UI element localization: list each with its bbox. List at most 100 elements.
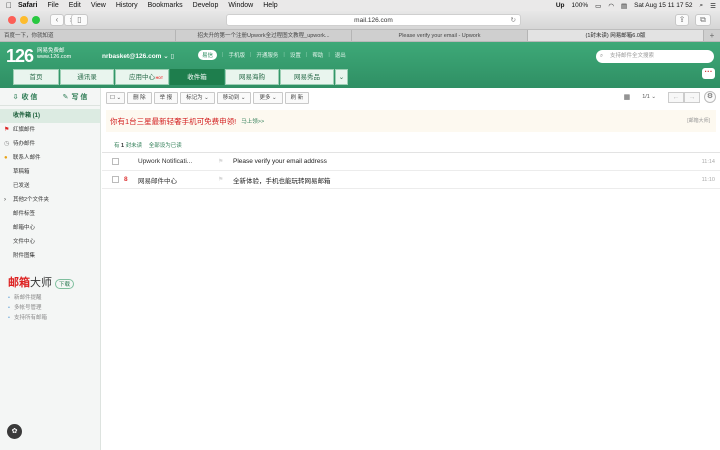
mail-main: ☐ ⌄ 删 除 举 报 标记为 ⌄ 移动到 ⌄ 更多 ⌄ 刷 新 ▦ 1/1 ⌄… <box>102 88 720 450</box>
folder-drafts[interactable]: 草稿箱 <box>0 165 100 179</box>
menu-window[interactable]: Window <box>228 2 253 9</box>
more-apps-icon[interactable]: ··· <box>702 68 715 79</box>
receive-icon: ⇩ <box>12 93 19 101</box>
tab-home[interactable]: 首页 <box>13 69 59 85</box>
back-button[interactable]: ‹ <box>50 14 64 26</box>
folder-inbox[interactable]: 收件箱 (1) <box>0 109 100 123</box>
next-page-button[interactable]: → <box>684 91 700 103</box>
show-tabs-icon[interactable]: ⧉ <box>695 14 711 26</box>
open-service-link[interactable]: 开通服务 <box>256 51 278 59</box>
message-subject[interactable]: Please verify your email address <box>233 158 327 165</box>
compose-label: 写 信 <box>71 93 88 101</box>
yixin-link[interactable]: 易信 <box>198 50 218 60</box>
unread-link[interactable]: 封未读 <box>126 143 143 149</box>
wifi-icon[interactable]: ◠ <box>608 2 614 10</box>
promo-feature: 新邮件提醒 <box>8 293 74 303</box>
apple-icon[interactable]:  <box>0 1 18 10</box>
mail-master-promo: 邮箱大师下载 新邮件提醒 多帐号管理 支持所有邮箱 <box>8 274 75 323</box>
tab-inbox[interactable]: 收件箱 <box>170 69 224 85</box>
menu-help[interactable]: Help <box>263 2 277 9</box>
folder-todo[interactable]: ◷ 待办邮件 <box>0 137 100 151</box>
page-indicator[interactable]: 1/1 ⌄ <box>642 94 656 100</box>
tab-more-chevron-icon[interactable]: ⌄ <box>335 69 348 85</box>
tab-app-center[interactable]: 应用中心 HOT <box>115 69 169 85</box>
sidebar-toggle-icon[interactable]: ▯ <box>71 14 88 26</box>
mail-tags[interactable]: 邮件标签 <box>0 207 100 221</box>
spotlight-icon[interactable]: ⌕ <box>700 2 704 10</box>
minimize-window-button[interactable] <box>20 16 28 24</box>
calendar-icon[interactable]: ▦ <box>624 93 631 101</box>
more-dropdown[interactable]: 更多 ⌄ <box>253 91 283 104</box>
page-number: 1/1 <box>642 94 650 100</box>
menu-develop[interactable]: Develop <box>193 2 219 9</box>
plugin-icon[interactable]: ✿ <box>7 424 22 439</box>
mark-all-read-link[interactable]: 全部设为已读 <box>149 143 182 149</box>
menu-edit[interactable]: Edit <box>69 2 81 9</box>
menu-safari[interactable]: Safari <box>18 2 37 9</box>
tab-netease-haigou[interactable]: 网易海购 <box>225 69 279 85</box>
new-tab-button[interactable]: + <box>704 30 720 41</box>
browser-tab-126-mail[interactable]: (1封未读) 网易邮箱6.0版 <box>528 30 704 41</box>
pager: ▦ 1/1 ⌄ ← → ⚙ <box>624 91 716 103</box>
share-icon[interactable]: ⇪ <box>675 14 689 26</box>
browser-tab-upwork-guide[interactable]: 招夫升的第一个注册Upwork全过程图文教程_upwork... <box>176 30 352 41</box>
prev-page-button[interactable]: ← <box>668 91 684 103</box>
message-row[interactable]: Upwork Notificati... ⚑ Please verify you… <box>102 153 720 171</box>
report-button[interactable]: 举 报 <box>153 91 179 104</box>
delete-button[interactable]: 删 除 <box>127 91 152 104</box>
message-checkbox[interactable] <box>112 176 119 183</box>
refresh-button[interactable]: 刷 新 <box>284 91 310 104</box>
settings-link[interactable]: 设置 <box>290 51 301 59</box>
clock[interactable]: Sat Aug 15 11 17 52 <box>634 2 692 9</box>
mailbox-center[interactable]: 邮箱中心 <box>0 221 100 235</box>
folder-contacts-mail[interactable]: ● 联系人邮件 <box>0 151 100 165</box>
promo-download-button[interactable]: 下载 <box>55 279 75 290</box>
battery-icon[interactable]: ▭ <box>595 2 601 10</box>
folder-flagged[interactable]: ⚑ 红旗邮件 <box>0 123 100 137</box>
flag-icon[interactable]: ▤ <box>621 2 627 10</box>
battery-level[interactable]: 100% <box>571 2 588 9</box>
mark-as-dropdown[interactable]: 标记为 ⌄ <box>180 91 215 104</box>
menu-file[interactable]: File <box>47 2 58 9</box>
mobile-version-link[interactable]: 手机版 <box>228 51 245 59</box>
mobile-icon[interactable]: ▯ <box>171 53 175 60</box>
close-window-button[interactable] <box>8 16 16 24</box>
logo-126[interactable]: 126 <box>6 46 34 67</box>
banner-link[interactable]: 马上领>> <box>241 117 264 125</box>
mail-search-input[interactable]: ⌕ 支持邮件全文搜索 <box>596 50 714 63</box>
message-time: 11:14 <box>701 158 715 165</box>
menu-view[interactable]: View <box>91 2 106 9</box>
file-center[interactable]: 文件中心 <box>0 235 100 249</box>
attachment-gallery[interactable]: 附件图集 <box>0 249 100 263</box>
message-checkbox[interactable] <box>112 158 119 165</box>
message-subject[interactable]: 全新体验，手机也能玩转网易邮箱 <box>233 175 331 185</box>
notification-center-icon[interactable]: ☰ <box>710 2 716 10</box>
reload-icon[interactable]: ↻ <box>511 15 516 26</box>
tab-contacts[interactable]: 通讯录 <box>60 69 114 85</box>
folder-contacts-label: 联系人邮件 <box>13 155 41 161</box>
address-bar[interactable]: mail.126.com ↻ <box>226 14 521 26</box>
account-name[interactable]: nrbasket@126.com ⌄ ▯ <box>102 52 174 60</box>
browser-tab-upwork-verify[interactable]: Please verify your email - Upwork <box>352 30 528 41</box>
logout-link[interactable]: 退出 <box>335 51 346 59</box>
tab-netease-xiupin[interactable]: 网易秀品 <box>280 69 334 85</box>
upwork-status-icon[interactable]: Up <box>556 2 565 9</box>
menu-bookmarks[interactable]: Bookmarks <box>148 2 183 9</box>
menu-history[interactable]: History <box>116 2 138 9</box>
move-to-dropdown[interactable]: 移动到 ⌄ <box>216 91 252 104</box>
compose-button[interactable]: ✎ 写 信 <box>50 88 100 105</box>
chevron-right-icon: › <box>4 197 6 203</box>
gear-icon[interactable]: ⚙ <box>704 91 716 103</box>
banner-text[interactable]: 你有1台三星最新轻奢手机可免费申领! <box>110 116 236 127</box>
folder-sent[interactable]: 已发送 <box>0 179 100 193</box>
flag-icon[interactable]: ⚑ <box>218 158 230 165</box>
contact-icon: ● <box>4 155 8 161</box>
zoom-window-button[interactable] <box>32 16 40 24</box>
flag-icon[interactable]: ⚑ <box>218 176 230 183</box>
select-all-checkbox[interactable]: ☐ ⌄ <box>106 91 126 104</box>
browser-tab-baidu[interactable]: 百度一下，你就知道 <box>0 30 176 41</box>
message-row[interactable]: 8 网易邮件中心 ⚑ 全新体验，手机也能玩转网易邮箱 11:10 <box>102 171 720 189</box>
receive-mail-button[interactable]: ⇩ 收 信 <box>0 88 50 105</box>
folder-other[interactable]: › 其他2个文件夹 <box>0 193 100 207</box>
help-link[interactable]: 帮助 <box>312 51 323 59</box>
